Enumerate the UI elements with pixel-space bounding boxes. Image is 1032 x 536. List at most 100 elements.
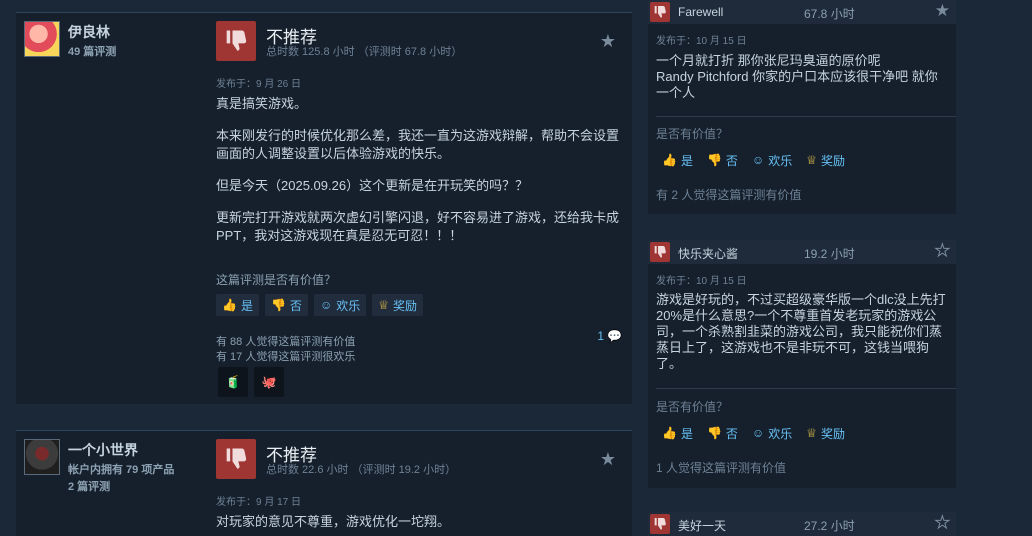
side-review-card: 快乐夹心酱 19.2 小时 ★ 发布于：10 月 15 日 游戏是好玩的，不过买… bbox=[648, 240, 956, 488]
yes-button[interactable]: 👍 是 bbox=[656, 149, 699, 171]
star-outline-icon[interactable]: ★ bbox=[934, 513, 950, 533]
funny-label: 欢乐 bbox=[768, 153, 793, 168]
side-review-card: Farewell 67.8 小时 ★ 发布于：10 月 15 日 一个月就打折 … bbox=[648, 0, 956, 214]
posted-date: 发布于：10 月 15 日 bbox=[656, 276, 747, 287]
side-review-content: 一个月就打折 那你张尼玛臭逼的原价呢 Randy Pitchford 你家的户口… bbox=[656, 53, 938, 100]
thumbs-down-icon bbox=[216, 21, 256, 61]
star-outline-icon[interactable]: ★ bbox=[934, 241, 950, 261]
side-review-header[interactable]: 美好一天 27.2 小时 ★ bbox=[648, 512, 956, 536]
thumbs-down-icon: 👎 bbox=[706, 153, 722, 167]
award-label: 奖励 bbox=[820, 153, 845, 168]
award-icon: ♕ bbox=[806, 153, 817, 167]
review-card: 伊良林 49 篇评测 不推荐 总时数 125.8 小时 （评测时 67.8 小时… bbox=[16, 12, 632, 404]
award-label: 奖励 bbox=[820, 426, 845, 441]
yes-button[interactable]: 👍 是 bbox=[216, 294, 259, 316]
star-icon[interactable]: ★ bbox=[600, 449, 616, 470]
thumbs-down-icon: 👎 bbox=[270, 298, 286, 312]
avatar[interactable] bbox=[24, 439, 60, 475]
playtime: 总时数 22.6 小时 （评测时 19.2 小时） bbox=[266, 464, 457, 476]
funny-button[interactable]: ☺ 欢乐 bbox=[746, 422, 798, 444]
helpful-question: 是否有价值？ bbox=[656, 400, 729, 414]
author-name[interactable]: 一个小世界 bbox=[68, 440, 138, 460]
funny-label: 欢乐 bbox=[768, 426, 793, 441]
no-label: 否 bbox=[289, 298, 302, 313]
smile-icon: ☺ bbox=[751, 426, 765, 440]
helpful-count: 有 88 人觉得这篇评测有价值 bbox=[216, 336, 356, 348]
posted-date: 发布于：9 月 17 日 bbox=[216, 497, 302, 508]
side-review-content: 游戏是好玩的，不过买超级豪华版一个dlc没上先打20%是什么意思?一个不尊重首发… bbox=[656, 292, 946, 371]
award-icon: ♕ bbox=[806, 426, 817, 440]
yes-button[interactable]: 👍 是 bbox=[656, 422, 699, 444]
thumbs-down-icon: 👎 bbox=[706, 426, 722, 440]
thumbs-up-icon: 👍 bbox=[662, 426, 677, 440]
award-badge-icon[interactable]: 🧃 bbox=[218, 367, 248, 397]
award-button[interactable]: ♕ 奖励 bbox=[800, 149, 851, 171]
vote-header[interactable]: 不推荐 总时数 22.6 小时 （评测时 19.2 小时） ★ bbox=[216, 439, 620, 479]
review-card: 一个小世界 帐户内拥有 79 项产品 2 篇评测 不推荐 总时数 22.6 小时… bbox=[16, 430, 632, 536]
award-label: 奖励 bbox=[392, 298, 417, 313]
side-playtime: 67.8 小时 bbox=[804, 7, 855, 21]
thumbs-up-icon: 👍 bbox=[662, 153, 677, 167]
vote-header[interactable]: 不推荐 总时数 125.8 小时 （评测时 67.8 小时） ★ bbox=[216, 21, 620, 61]
thumbs-down-icon bbox=[216, 439, 256, 479]
review-content: 真是搞笑游戏。 本来刚发行的时候优化那么差，我还一直为这游戏辩解，帮助不会设置画… bbox=[216, 95, 622, 259]
star-icon[interactable]: ★ bbox=[600, 31, 616, 52]
vote-buttons: 👍 是 👎 否 ☺ 欢乐 ♕ 奖励 bbox=[216, 294, 423, 316]
side-review-header[interactable]: Farewell 67.8 小时 ★ bbox=[648, 0, 956, 24]
author-review-count[interactable]: 2 篇评测 bbox=[68, 478, 110, 494]
award-button[interactable]: ♕ 奖励 bbox=[372, 294, 423, 316]
helpful-question: 是否有价值？ bbox=[656, 127, 729, 141]
review-content: 对玩家的意见不尊重，游戏优化一坨翔。 bbox=[216, 513, 622, 536]
award-badge-icon[interactable]: 🐙 bbox=[254, 367, 284, 397]
comment-icon: 💬 bbox=[607, 329, 622, 343]
divider bbox=[656, 388, 956, 389]
side-review-header[interactable]: 快乐夹心酱 19.2 小时 ★ bbox=[648, 240, 956, 264]
author-review-count[interactable]: 49 篇评测 bbox=[68, 43, 116, 59]
avatar[interactable] bbox=[24, 21, 60, 57]
playtime: 总时数 125.8 小时 （评测时 67.8 小时） bbox=[266, 46, 463, 58]
no-button[interactable]: 👎 否 bbox=[701, 422, 744, 444]
smile-icon: ☺ bbox=[751, 153, 765, 167]
funny-label: 欢乐 bbox=[336, 298, 361, 313]
comment-count: 1 bbox=[597, 329, 605, 343]
posted-date: 发布于：9 月 26 日 bbox=[216, 79, 302, 90]
helpful-question: 这篇评测是否有价值？ bbox=[216, 273, 337, 287]
thumbs-down-icon bbox=[650, 514, 670, 534]
no-button[interactable]: 👎 否 bbox=[701, 149, 744, 171]
no-button[interactable]: 👎 否 bbox=[264, 294, 308, 316]
funny-button[interactable]: ☺ 欢乐 bbox=[746, 149, 798, 171]
divider bbox=[656, 116, 956, 117]
vote-buttons: 👍 是 👎 否 ☺ 欢乐 ♕ 奖励 bbox=[656, 149, 851, 171]
yes-label: 是 bbox=[240, 298, 253, 313]
side-author-name[interactable]: 美好一天 bbox=[678, 517, 726, 534]
vote-buttons: 👍 是 👎 否 ☺ 欢乐 ♕ 奖励 bbox=[656, 422, 851, 444]
author-product-count[interactable]: 帐户内拥有 79 项产品 bbox=[68, 461, 174, 477]
side-author-name[interactable]: 快乐夹心酱 bbox=[678, 245, 738, 262]
posted-date: 发布于：10 月 15 日 bbox=[656, 36, 747, 47]
no-label: 否 bbox=[725, 153, 738, 168]
side-author-name[interactable]: Farewell bbox=[678, 5, 723, 19]
thumbs-down-icon bbox=[650, 242, 670, 262]
helpful-count: 有 2 人觉得这篇评测有价值 bbox=[656, 188, 802, 202]
review-paragraph: 对玩家的意见不尊重，游戏优化一坨翔。 bbox=[216, 514, 451, 529]
thumbs-up-icon: 👍 bbox=[222, 298, 237, 312]
smile-icon: ☺ bbox=[319, 298, 333, 312]
review-paragraph: 真是搞笑游戏。 bbox=[216, 96, 308, 111]
review-paragraph: 但是今天（2025.09.26）这个更新是在开玩笑的吗？？ bbox=[216, 178, 529, 193]
award-button[interactable]: ♕ 奖励 bbox=[800, 422, 851, 444]
review-paragraph: 更新完打开游戏就两次虚幻引擎闪退，好不容易进了游戏，还给我卡成PPT，我对这游戏… bbox=[216, 210, 620, 243]
thumbs-down-icon bbox=[650, 2, 670, 22]
yes-label: 是 bbox=[680, 153, 693, 168]
comments-link[interactable]: 1 💬 bbox=[597, 329, 622, 343]
review-paragraph: 本来刚发行的时候优化那么差，我还一直为这游戏辩解，帮助不会设置画面的人调整设置以… bbox=[216, 128, 620, 161]
side-playtime: 19.2 小时 bbox=[804, 247, 855, 261]
yes-label: 是 bbox=[680, 426, 693, 441]
no-label: 否 bbox=[725, 426, 738, 441]
side-review-card: 美好一天 27.2 小时 ★ bbox=[648, 512, 956, 536]
helpful-count: 1 人觉得这篇评测有价值 bbox=[656, 461, 787, 475]
author-name[interactable]: 伊良林 bbox=[68, 22, 110, 42]
side-playtime: 27.2 小时 bbox=[804, 519, 855, 533]
star-icon[interactable]: ★ bbox=[935, 1, 950, 21]
funny-button[interactable]: ☺ 欢乐 bbox=[313, 294, 367, 316]
funny-count: 有 17 人觉得这篇评测很欢乐 bbox=[216, 351, 356, 363]
